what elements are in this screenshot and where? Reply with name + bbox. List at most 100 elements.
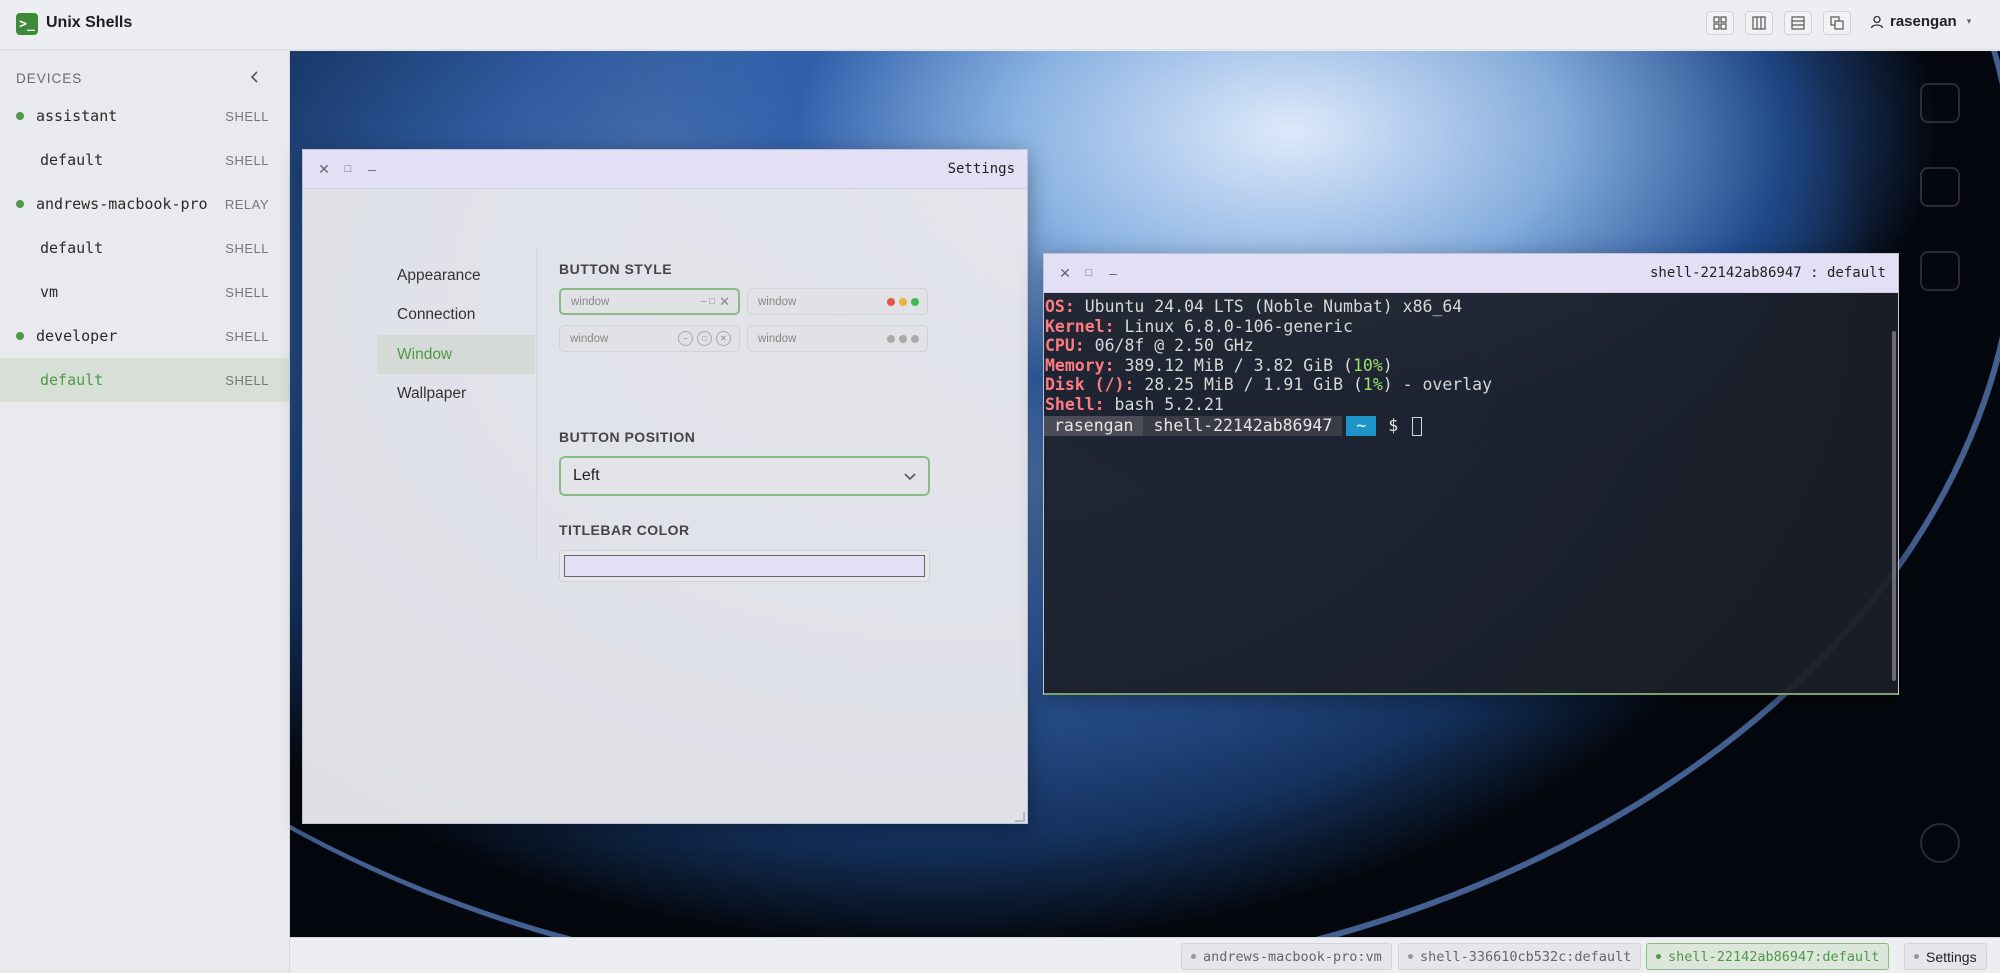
settings-titlebar[interactable]: ✕ □ – Settings: [303, 150, 1027, 189]
terminal-line-shell: Shell: bash 5.2.21: [1045, 394, 1224, 414]
sidebar-item-developer[interactable]: developer SHELL: [0, 314, 289, 358]
terminal-line-cpu: CPU: 06/8f @ 2.50 GHz: [1045, 336, 1254, 356]
style-option-label: window: [571, 295, 610, 308]
maximize-icon: □: [344, 163, 352, 175]
settings-body: Appearance Connection Window Wallpaper B…: [303, 189, 1027, 824]
sidebar-item-assistant-default[interactable]: default SHELL: [0, 138, 289, 182]
columns-layout-button[interactable]: [1745, 11, 1773, 35]
button-style-option-circles[interactable]: window – □ ✕: [559, 325, 740, 352]
device-kind: RELAY: [224, 196, 269, 212]
user-icon: [1870, 15, 1884, 28]
sidebar-heading: DEVICES: [16, 71, 83, 86]
task-andrews-macbook-pro-vm[interactable]: andrews-macbook-pro:vm: [1181, 943, 1392, 970]
maximize-button[interactable]: □: [1080, 264, 1098, 282]
taskbar: andrews-macbook-pro:vm shell-336610cb532…: [290, 937, 2000, 973]
device-kind: SHELL: [225, 152, 269, 168]
online-status-dot: [16, 112, 24, 120]
select-value: Left: [573, 467, 600, 484]
grid-layout-button[interactable]: [1706, 11, 1734, 35]
prompt-dir: ~: [1346, 416, 1377, 436]
terminal-line-os: OS: Ubuntu 24.04 LTS (Noble Numbat) x86_…: [1045, 297, 1463, 316]
traffic-light-dots: [887, 289, 919, 314]
terminal-output[interactable]: OS: Ubuntu 24.04 LTS (Noble Numbat) x86_…: [1044, 293, 1898, 695]
task-label: Settings: [1926, 948, 1977, 965]
minimize-button[interactable]: –: [1104, 264, 1122, 282]
maximize-button[interactable]: □: [339, 160, 357, 178]
chevron-down-icon: ▾: [1966, 16, 1972, 26]
terminal-line-memory: Memory: 389.12 MiB / 3.82 GiB (10%): [1045, 355, 1393, 375]
device-name: andrews-macbook-pro: [36, 195, 208, 213]
prompt-host: shell-22142ab86947: [1143, 416, 1343, 436]
sidebar-item-developer-default[interactable]: default SHELL: [0, 358, 289, 402]
task-shell-22142ab86947[interactable]: shell-22142ab86947:default: [1646, 943, 1890, 970]
online-status-dot: [16, 200, 24, 208]
chevron-down-icon: [904, 468, 916, 484]
username: rasengan: [1890, 13, 1957, 30]
sidebar-item-macbook-default[interactable]: default SHELL: [0, 226, 289, 270]
device-name: vm: [40, 283, 59, 301]
terminal-cursor: [1412, 416, 1423, 436]
collapse-sidebar-button[interactable]: [245, 67, 265, 87]
titlebar-color-picker[interactable]: [559, 550, 930, 582]
task-label: shell-336610cb532c:default: [1420, 948, 1632, 965]
button-style-option-gray-dots[interactable]: window: [747, 325, 928, 352]
task-shell-336610cb532c[interactable]: shell-336610cb532c:default: [1398, 943, 1642, 970]
button-position-label: BUTTON POSITION: [559, 429, 696, 445]
rows-icon: [1791, 16, 1805, 30]
terminal-line-disk: Disk (/): 28.25 MiB / 1.91 GiB (1%) - ov…: [1045, 375, 1493, 395]
button-style-option-dash[interactable]: window – □ ✕: [559, 288, 740, 315]
grid-icon: [1713, 16, 1727, 30]
task-status-dot: [1656, 954, 1661, 959]
device-kind: SHELL: [225, 108, 269, 124]
chevron-left-icon: [250, 71, 258, 83]
settings-nav-wallpaper[interactable]: Wallpaper: [377, 374, 535, 413]
titlebar-color-label: TITLEBAR COLOR: [559, 522, 690, 538]
top-bar: >_ Unix Shells rasengan ▾: [0, 0, 2000, 50]
button-style-label: BUTTON STYLE: [559, 261, 673, 277]
sidebar-item-assistant[interactable]: assistant SHELL: [0, 94, 289, 138]
prompt-user: rasengan: [1044, 416, 1144, 436]
terminal-titlebar[interactable]: ✕ □ – shell-22142ab86947 : default: [1044, 254, 1898, 293]
device-name: default: [40, 239, 104, 257]
settings-window: ✕ □ – Settings Appearance Connection Win…: [302, 149, 1028, 824]
resize-handle[interactable]: [1015, 812, 1025, 822]
terminal-scrollbar[interactable]: [1892, 331, 1896, 681]
close-button[interactable]: ✕: [315, 160, 333, 178]
button-style-option-traffic-lights[interactable]: window: [747, 288, 928, 315]
device-name: default: [40, 371, 104, 389]
columns-icon: [1752, 16, 1766, 30]
terminal-line-kernel: Kernel: Linux 6.8.0-106-generic: [1045, 316, 1353, 336]
color-swatch: [564, 555, 925, 577]
device-kind: SHELL: [225, 372, 269, 388]
desktop-shell-icon[interactable]: [1920, 83, 1960, 123]
minimize-button[interactable]: –: [363, 160, 381, 178]
gray-dots: [887, 326, 919, 351]
minimize-icon: –: [368, 161, 376, 177]
close-icon: ✕: [318, 160, 330, 177]
desktop-account-icon[interactable]: [1920, 251, 1960, 291]
device-kind: SHELL: [225, 284, 269, 300]
desktop-ssh-keys-icon[interactable]: [1920, 167, 1960, 207]
device-kind: SHELL: [225, 328, 269, 344]
button-position-select[interactable]: Left: [559, 456, 930, 496]
task-label: shell-22142ab86947:default: [1668, 948, 1880, 965]
task-status-dot: [1191, 954, 1196, 959]
maximize-icon: □: [1085, 267, 1093, 279]
cascade-icon: [1830, 16, 1844, 30]
settings-nav-connection[interactable]: Connection: [377, 295, 535, 334]
style-option-label: window: [758, 295, 797, 308]
settings-nav-appearance[interactable]: Appearance: [377, 256, 535, 295]
cascade-layout-button[interactable]: [1823, 11, 1851, 35]
rows-layout-button[interactable]: [1784, 11, 1812, 35]
window-title: Settings: [947, 161, 1015, 177]
sidebar-item-andrews-macbook-pro[interactable]: andrews-macbook-pro RELAY: [0, 182, 289, 226]
close-button[interactable]: ✕: [1056, 264, 1074, 282]
desktop-settings-icon[interactable]: [1920, 823, 1960, 863]
user-menu[interactable]: rasengan ▾: [1870, 13, 1971, 30]
task-settings[interactable]: Settings: [1904, 943, 1987, 970]
app-title: Unix Shells: [46, 14, 133, 31]
task-status-dot: [1914, 954, 1919, 959]
settings-nav-window[interactable]: Window: [377, 335, 535, 374]
task-status-dot: [1408, 954, 1413, 959]
sidebar-item-macbook-vm[interactable]: vm SHELL: [0, 270, 289, 314]
